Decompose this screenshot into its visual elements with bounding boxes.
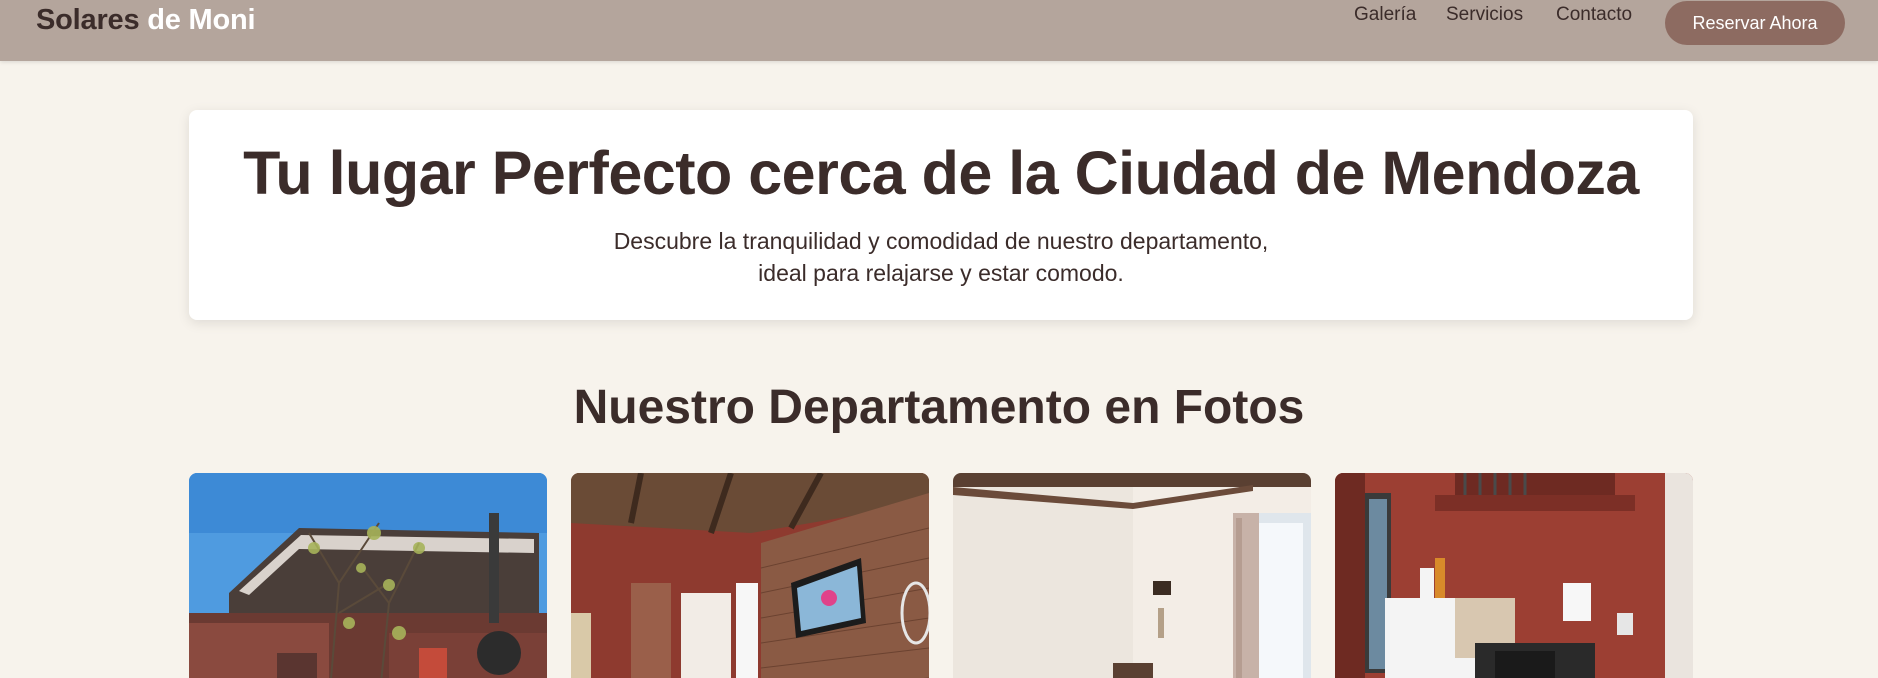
nav-link-galeria[interactable]: Galería <box>1354 4 1416 26</box>
exterior-patio-photo <box>189 473 547 678</box>
gallery-title: Nuestro Departamento en Fotos <box>573 381 1305 434</box>
hero-subtitle-line-1: Descubre la tranquilidad y comodidad de … <box>613 228 1269 254</box>
bedroom-window-photo <box>953 473 1311 678</box>
living-room-tv-photo <box>571 473 929 678</box>
brand-logo[interactable]: Solares de Moni <box>36 4 256 37</box>
gallery-photo-kitchen[interactable] <box>1335 473 1693 678</box>
brand-name-part1: Solares <box>36 4 140 36</box>
gallery-photo-bedroom[interactable] <box>953 473 1311 678</box>
brand-name-part2: de Moni <box>147 4 256 36</box>
gallery-photo-living-room[interactable] <box>571 473 929 678</box>
gallery-photo-exterior-patio[interactable] <box>189 473 547 678</box>
kitchen-fridge-photo <box>1335 473 1693 678</box>
hero-subtitle: Descubre la tranquilidad y comodidad de … <box>189 225 1693 289</box>
site-header: Solares de Moni Galería Servicios Contac… <box>0 0 1878 61</box>
hero-title: Tu lugar Perfecto cerca de la Ciudad de … <box>243 139 1639 207</box>
reserve-now-button[interactable]: Reservar Ahora <box>1665 1 1845 45</box>
nav-link-servicios[interactable]: Servicios <box>1446 4 1523 26</box>
hero-card: Tu lugar Perfecto cerca de la Ciudad de … <box>189 110 1693 320</box>
hero-subtitle-line-2: ideal para relajarse y estar comodo. <box>758 260 1124 286</box>
nav-link-contacto[interactable]: Contacto <box>1556 4 1632 26</box>
